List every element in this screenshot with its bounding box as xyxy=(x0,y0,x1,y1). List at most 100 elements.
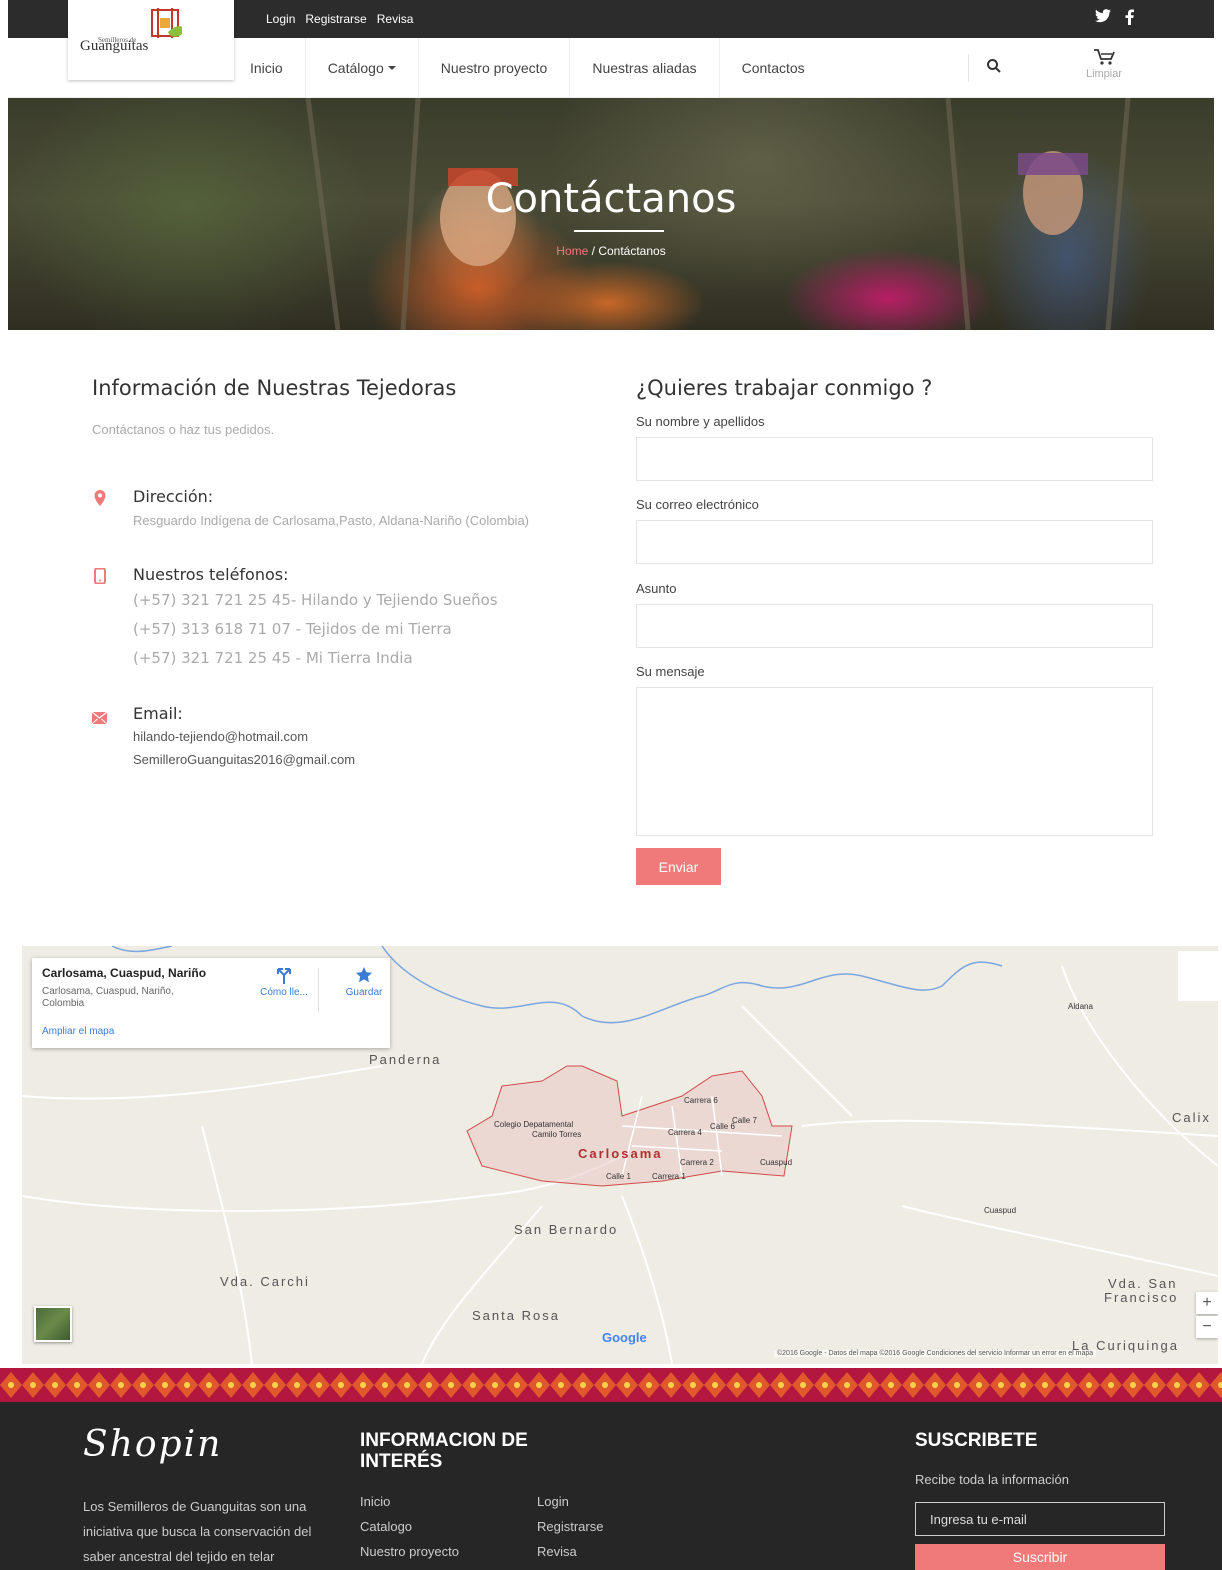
zoom-in-button[interactable]: + xyxy=(1196,1292,1218,1314)
loom-logo-icon xyxy=(151,8,182,38)
footer-link-catalogo[interactable]: Catalogo xyxy=(360,1519,412,1534)
phones-heading: Nuestros teléfonos: xyxy=(133,565,289,584)
pattern-dot xyxy=(448,1382,454,1388)
footer-info-heading-line: INTERÉS xyxy=(360,1451,443,1472)
info-title: Información de Nuestras Tejedoras xyxy=(92,376,457,400)
pattern-dot xyxy=(206,1382,212,1388)
pattern-dot xyxy=(954,1382,960,1388)
pattern-dot xyxy=(470,1382,476,1388)
email-field[interactable] xyxy=(636,520,1153,564)
pattern-dot xyxy=(360,1382,366,1388)
subject-field[interactable] xyxy=(636,604,1153,648)
pattern-dot xyxy=(866,1382,872,1388)
pattern-dot xyxy=(294,1382,300,1388)
breadcrumb: Home / Contáctanos xyxy=(8,244,1214,258)
pattern-dot xyxy=(1042,1382,1048,1388)
footer-link-inicio[interactable]: Inicio xyxy=(360,1494,390,1509)
pattern-dot xyxy=(690,1382,696,1388)
pattern-dot xyxy=(1196,1382,1202,1388)
footer-link-login[interactable]: Login xyxy=(537,1494,569,1509)
facebook-icon[interactable] xyxy=(1125,9,1134,30)
pattern-dot xyxy=(514,1382,520,1388)
footer-description: Los Semilleros de Guanguitas son una ini… xyxy=(83,1499,312,1564)
register-link[interactable]: Registrarse xyxy=(305,12,366,26)
newsletter-email-input[interactable] xyxy=(915,1502,1165,1536)
directions-button[interactable]: Cómo lle... xyxy=(252,966,316,998)
address-text: Resguardo Indígena de Carlosama,Pasto, A… xyxy=(133,513,529,528)
address-heading: Dirección: xyxy=(133,487,214,506)
pattern-dot xyxy=(1020,1382,1026,1388)
subscribe-button[interactable]: Suscribir xyxy=(915,1544,1165,1570)
nav-item-inicio[interactable]: Inicio xyxy=(240,38,306,98)
review-link[interactable]: Revisa xyxy=(377,12,414,26)
pattern-dot xyxy=(492,1382,498,1388)
info-subtitle: Contáctanos o haz tus pedidos. xyxy=(92,422,275,437)
save-place-button[interactable]: Guardar xyxy=(332,966,396,998)
nav-item-catalogo[interactable]: Catálogo xyxy=(306,38,419,98)
pattern-dot xyxy=(162,1382,168,1388)
star-icon xyxy=(356,967,372,983)
top-links: Login Registrarse Revisa xyxy=(266,12,423,26)
breadcrumb-home[interactable]: Home xyxy=(556,244,588,258)
pattern-dot xyxy=(1086,1382,1092,1388)
nav-item-aliadas[interactable]: Nuestras aliadas xyxy=(570,38,720,98)
map-label: Francisco xyxy=(1104,1290,1179,1305)
pattern-dot xyxy=(338,1382,344,1388)
logo-name: Guanguitas xyxy=(80,38,149,54)
message-field[interactable] xyxy=(636,687,1153,836)
footer-link-registrarse[interactable]: Registrarse xyxy=(537,1519,603,1534)
map-street-label: Carrera 6 xyxy=(684,1096,718,1105)
phone-line: (+57) 321 721 25 45 - Mi Tierra India xyxy=(133,649,413,667)
email-heading: Email: xyxy=(133,704,183,723)
pattern-dot xyxy=(888,1382,894,1388)
map-label: Vda. San xyxy=(1108,1276,1178,1291)
pattern-dot xyxy=(536,1382,542,1388)
breadcrumb-current: Contáctanos xyxy=(598,244,666,258)
pattern-dot xyxy=(602,1382,608,1388)
footer-link-revisa[interactable]: Revisa xyxy=(537,1544,577,1559)
pattern-dot xyxy=(404,1382,410,1388)
nav-item-proyecto[interactable]: Nuestro proyecto xyxy=(419,38,571,98)
pattern-dot xyxy=(910,1382,916,1388)
name-field[interactable] xyxy=(636,437,1153,481)
map-street-label: Carrera 1 xyxy=(652,1172,686,1181)
map-street-label: Camilo Torres xyxy=(532,1130,582,1139)
enlarge-map-link[interactable]: Ampliar el mapa xyxy=(42,1026,114,1037)
google-logo-text: Google xyxy=(602,1330,647,1345)
nav-item-catalogo-label: Catálogo xyxy=(327,60,384,76)
pattern-dot xyxy=(250,1382,256,1388)
map-street-label: Cuaspud xyxy=(760,1158,793,1167)
pattern-dot xyxy=(382,1382,388,1388)
site-logo[interactable]: Semilleros de Guanguitas xyxy=(68,0,234,80)
pattern-dot xyxy=(712,1382,718,1388)
pattern-dot xyxy=(118,1382,124,1388)
email-label: Su correo electrónico xyxy=(636,497,759,512)
email-address[interactable]: SemilleroGuanguitas2016@gmail.com xyxy=(133,752,355,767)
footer-link-proyecto[interactable]: Nuestro proyecto xyxy=(360,1544,459,1559)
google-map[interactable]: Panderna San Bernardo Vda. Carchi Santa … xyxy=(22,946,1218,1364)
login-link[interactable]: Login xyxy=(266,12,295,26)
map-attribution: ©2016 Google - Datos del mapa ©2016 Goog… xyxy=(774,1350,1097,1357)
pattern-dot xyxy=(1064,1382,1070,1388)
pattern-dot xyxy=(30,1382,36,1388)
pattern-dot xyxy=(426,1382,432,1388)
card-divider xyxy=(318,968,319,1012)
map-label: Panderna xyxy=(369,1052,442,1067)
nav-item-contactos[interactable]: Contactos xyxy=(720,38,827,98)
cart-button[interactable]: Limpiar xyxy=(1080,48,1128,80)
send-button[interactable]: Enviar xyxy=(636,848,721,885)
pattern-dot xyxy=(184,1382,190,1388)
map-fullscreen-button[interactable] xyxy=(1178,951,1218,1001)
pattern-dot xyxy=(844,1382,850,1388)
cart-label: Limpiar xyxy=(1085,68,1123,80)
email-address[interactable]: hilando-tejiendo@hotmail.com xyxy=(133,729,308,744)
hero-banner: Contáctanos Home / Contáctanos xyxy=(8,98,1214,330)
zoom-out-button[interactable]: − xyxy=(1196,1316,1218,1338)
pattern-dot xyxy=(272,1382,278,1388)
pattern-dot xyxy=(932,1382,938,1388)
search-icon[interactable] xyxy=(986,58,1002,74)
satellite-toggle[interactable] xyxy=(34,1306,72,1342)
pattern-dot xyxy=(822,1382,828,1388)
twitter-icon[interactable] xyxy=(1095,9,1111,30)
pattern-dot xyxy=(668,1382,674,1388)
